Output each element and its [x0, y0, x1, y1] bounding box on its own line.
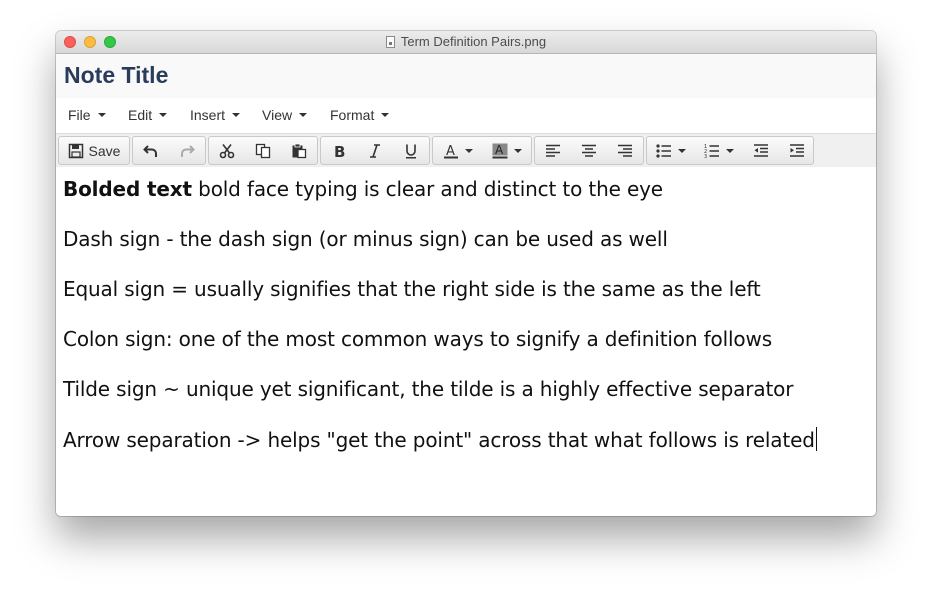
redo-button[interactable] — [169, 137, 205, 164]
toolbar-group-save: Save — [58, 136, 130, 165]
chevron-down-icon — [159, 113, 168, 117]
menu-view[interactable]: View — [262, 107, 308, 123]
background-color-button[interactable]: A — [483, 137, 531, 164]
menu-format[interactable]: Format — [330, 107, 390, 123]
menu-file[interactable]: File — [68, 107, 106, 123]
indent-icon — [790, 143, 804, 157]
content-line-bolded: Bolded text bold face typing is clear an… — [63, 177, 663, 201]
menu-file-label: File — [68, 107, 91, 123]
toolbar-group-history — [132, 136, 206, 165]
window-title-text: Term Definition Pairs.png — [400, 34, 547, 49]
content-line-colon: Colon sign: one of the most common ways … — [63, 327, 772, 351]
align-right-icon — [618, 144, 632, 157]
indent-button[interactable] — [779, 137, 815, 164]
content-line-equal: Equal sign = usually signifies that the … — [63, 277, 761, 301]
save-icon — [68, 143, 83, 158]
italic-button[interactable] — [357, 137, 393, 164]
text-cursor — [815, 427, 817, 451]
chevron-down-icon[interactable] — [514, 148, 522, 153]
title-bar: Term Definition Pairs.png — [56, 31, 876, 54]
toolbar-group-clipboard — [208, 136, 318, 165]
menu-bar: File Edit Insert View Format — [56, 98, 876, 134]
toolbar-group-align — [534, 136, 644, 165]
content-line-arrow: Arrow separation -> helps "get the point… — [63, 427, 817, 452]
bold-icon: B — [334, 143, 345, 159]
paste-icon — [292, 143, 307, 158]
chevron-down-icon — [381, 113, 390, 117]
file-icon — [385, 36, 395, 48]
chevron-down-icon — [97, 113, 106, 117]
align-right-button[interactable] — [607, 137, 643, 164]
toolbar: Save B A A 1 2 3 — [56, 134, 876, 168]
copy-button[interactable] — [245, 137, 281, 164]
svg-text:3: 3 — [704, 154, 707, 159]
menu-view-label: View — [262, 107, 293, 123]
cut-icon — [219, 143, 235, 158]
content-line-dash: Dash sign - the dash sign (or minus sign… — [63, 227, 668, 251]
underline-icon — [406, 144, 416, 158]
menu-insert-label: Insert — [190, 107, 226, 123]
save-label: Save — [88, 142, 121, 159]
bullet-list-button[interactable] — [647, 137, 695, 164]
toolbar-group-style: B — [320, 136, 430, 165]
toolbar-group-lists: 1 2 3 — [646, 136, 814, 165]
content-line-tilde: Tilde sign ~ unique yet significant, the… — [63, 377, 794, 401]
menu-insert[interactable]: Insert — [190, 107, 241, 123]
bolded-term: Bolded text — [63, 177, 192, 201]
underline-button[interactable] — [393, 137, 429, 164]
align-center-button[interactable] — [571, 137, 607, 164]
chevron-down-icon[interactable] — [465, 148, 473, 153]
editor-window: Term Definition Pairs.png Note Title Fil… — [56, 31, 876, 516]
background-color-icon: A — [492, 143, 508, 158]
outdent-icon — [754, 143, 768, 157]
text-color-icon: A — [444, 144, 458, 159]
paste-button[interactable] — [281, 137, 317, 164]
note-header: Note Title — [56, 54, 876, 98]
menu-edit-label: Edit — [128, 107, 153, 123]
numbered-list-icon: 1 2 3 — [704, 144, 719, 159]
align-left-icon — [546, 144, 560, 157]
undo-icon — [143, 144, 157, 157]
chevron-down-icon[interactable] — [726, 148, 734, 153]
menu-format-label: Format — [330, 107, 375, 123]
toolbar-group-color: A A — [432, 136, 532, 165]
cut-button[interactable] — [209, 137, 245, 164]
chevron-down-icon[interactable] — [678, 148, 686, 153]
italic-icon — [370, 143, 380, 158]
note-title[interactable]: Note Title — [64, 62, 168, 89]
svg-text:B: B — [334, 143, 345, 159]
menu-edit[interactable]: Edit — [128, 107, 168, 123]
editor-content[interactable]: Bolded text bold face typing is clear an… — [56, 167, 876, 516]
window-title: Term Definition Pairs.png — [56, 34, 876, 49]
text-color-button[interactable]: A — [433, 137, 483, 164]
redo-icon — [181, 144, 195, 157]
save-button[interactable]: Save — [59, 137, 129, 164]
align-left-button[interactable] — [535, 137, 571, 164]
outdent-button[interactable] — [743, 137, 779, 164]
svg-text:A: A — [495, 143, 504, 157]
undo-button[interactable] — [133, 137, 169, 164]
chevron-down-icon — [232, 113, 241, 117]
numbered-list-button[interactable]: 1 2 3 — [695, 137, 743, 164]
bold-button[interactable]: B — [321, 137, 357, 164]
copy-icon — [255, 143, 271, 158]
align-center-icon — [582, 144, 596, 157]
chevron-down-icon — [299, 113, 308, 117]
bullet-list-icon — [656, 143, 671, 158]
arrow-line-text: Arrow separation -> helps "get the point… — [63, 428, 815, 452]
bolded-definition: bold face typing is clear and distinct t… — [191, 177, 663, 201]
